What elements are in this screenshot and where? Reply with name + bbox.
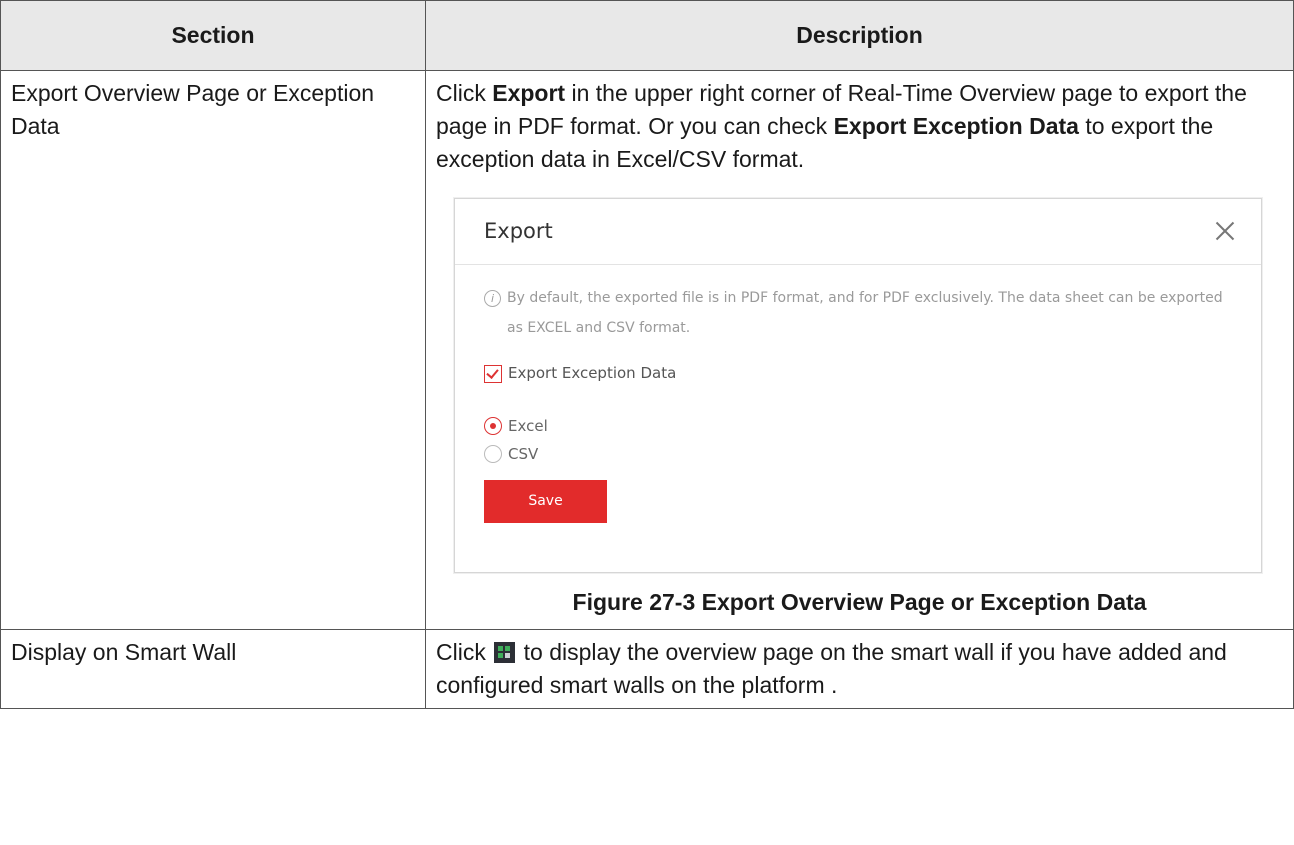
text-run: to display the overview page on the smar… [436, 639, 1227, 698]
dialog-body: i By default, the exported file is in PD… [455, 265, 1261, 523]
table-row: Display on Smart Wall Click to display t… [0, 629, 1294, 709]
column-header-description: Description [425, 0, 1294, 71]
info-note: i By default, the exported file is in PD… [484, 283, 1232, 343]
export-dialog-figure: Export i By default, the exported file i… [454, 198, 1262, 573]
column-header-section: Section [0, 0, 426, 71]
export-exception-checkbox-row[interactable]: Export Exception Data [484, 357, 1232, 390]
smart-wall-icon[interactable] [494, 642, 516, 663]
text-run: Click [436, 639, 493, 665]
info-note-text: By default, the exported file is in PDF … [507, 290, 1223, 336]
description-cell: Click Export in the upper right corner o… [425, 70, 1294, 630]
description-cell: Click to display the overview page on th… [425, 629, 1294, 709]
bold-text: Export [492, 80, 566, 106]
radio-selected-icon[interactable] [484, 417, 502, 435]
section-cell: Display on Smart Wall [0, 629, 426, 709]
save-button[interactable]: Save [484, 480, 607, 523]
table-row: Export Overview Page or Exception Data C… [0, 70, 1294, 630]
info-icon: i [484, 290, 501, 307]
section-description-table: Section Description Export Overview Page… [0, 0, 1294, 709]
checkbox-label: Export Exception Data [508, 364, 677, 382]
text-run: Click [436, 80, 493, 106]
radio-unselected-icon[interactable] [484, 445, 502, 463]
close-icon[interactable] [1215, 221, 1235, 241]
dialog-header: Export [455, 199, 1261, 265]
radio-csv[interactable]: CSV [484, 440, 1232, 468]
figure-caption: Figure 27-3 Export Overview Page or Exce… [572, 589, 1147, 615]
description-paragraph: Click Export in the upper right corner o… [436, 77, 1283, 176]
checkbox-checked-icon[interactable] [484, 364, 502, 383]
table-header-row: Section Description [0, 0, 1294, 71]
bold-text: Export Exception Data [833, 113, 1079, 139]
radio-label-csv: CSV [508, 444, 539, 463]
radio-excel[interactable]: Excel [484, 412, 1232, 440]
section-cell: Export Overview Page or Exception Data [0, 70, 426, 630]
dialog-title: Export [484, 219, 553, 243]
